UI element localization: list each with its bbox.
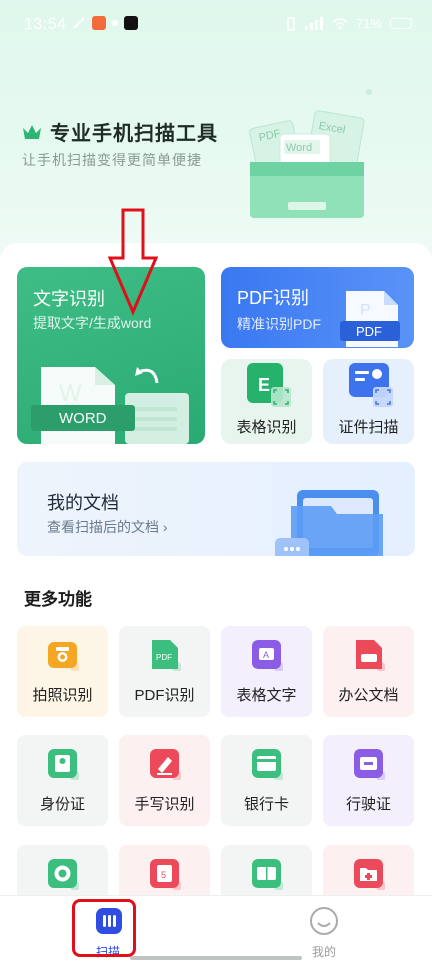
more-function-label: 行驶证 xyxy=(345,796,391,813)
cell-signal-icon xyxy=(304,16,323,30)
vibrate-icon xyxy=(287,16,295,31)
split-icon xyxy=(252,859,283,890)
more-function-tile[interactable]: A 表格文字 xyxy=(221,626,312,717)
pdf-badge: PDF xyxy=(356,324,382,339)
camera-icon xyxy=(48,642,79,671)
handwriting-icon xyxy=(150,749,181,780)
status-notification-icons xyxy=(72,16,138,30)
my-documents-card[interactable]: 我的文档 查看扫描后的文档 › xyxy=(17,462,415,556)
my-documents-link[interactable]: 查看扫描后的文档 › xyxy=(47,517,168,537)
word-letter: W xyxy=(59,380,82,407)
more-function-label: 拍照识别 xyxy=(32,687,93,704)
pdf-recognition-title: PDF识别 xyxy=(237,288,309,308)
target-icon xyxy=(48,859,79,890)
id-card-scan-icon xyxy=(349,363,393,407)
more-function-label: 银行卡 xyxy=(243,796,289,813)
bank-card-icon xyxy=(252,749,283,780)
pdf-document-illustration: P PDF xyxy=(340,291,400,347)
svg-text:5: 5 xyxy=(161,870,166,880)
more-function-tile[interactable]: 手写识别 xyxy=(119,735,210,826)
table-recognition-card[interactable]: E 表格识别 xyxy=(221,359,312,444)
more-function-label: 手写识别 xyxy=(134,796,195,813)
app-notification-icon xyxy=(92,16,106,30)
text-recognition-subtitle: 提取文字/生成word xyxy=(33,315,152,331)
folder-illustration xyxy=(275,490,383,556)
driving-license-icon xyxy=(354,749,385,780)
text-recognition-title: 文字识别 xyxy=(33,289,105,309)
pdf-recognition-card[interactable]: PDF识别 精准识别PDF P PDF xyxy=(221,267,414,348)
hero-title: 专业手机扫描工具 xyxy=(22,117,218,146)
number-card-icon: 5 xyxy=(150,859,181,890)
more-function-tile[interactable]: 身份证 xyxy=(17,735,108,826)
word-badge: WORD xyxy=(59,410,107,427)
table-recognition-label: 表格识别 xyxy=(236,419,297,436)
more-function-label: 表格文字 xyxy=(236,687,297,704)
hero-subtitle: 让手机扫描变得更简单便捷 xyxy=(22,152,202,168)
crown-icon xyxy=(23,124,41,139)
scanner-illustration: PDF Excel Word xyxy=(249,89,372,218)
table-text-icon: A xyxy=(252,640,283,671)
dot-icon xyxy=(112,20,118,26)
svg-text:P: P xyxy=(360,302,371,319)
hero-title-text: 专业手机扫描工具 xyxy=(50,123,218,145)
red-down-arrow-annotation xyxy=(108,208,158,316)
svg-text:A: A xyxy=(263,650,269,660)
pdf-recognition-subtitle: 精准识别PDF xyxy=(237,316,321,332)
id-scan-card[interactable]: 证件扫描 xyxy=(323,359,414,444)
excel-letter: E xyxy=(258,375,270,395)
more-function-label: PDF识别 xyxy=(134,687,195,704)
more-function-tile[interactable]: 办公文档 xyxy=(323,626,414,717)
id-card-icon xyxy=(48,749,79,780)
pdf-file-icon: PDF xyxy=(152,640,181,671)
excel-scan-icon: E xyxy=(247,363,291,407)
signal-small-icon xyxy=(73,17,85,29)
red-highlight-box-annotation xyxy=(72,899,136,957)
more-function-label: 身份证 xyxy=(39,796,85,813)
more-function-tile[interactable]: PDF PDF识别 xyxy=(119,626,210,717)
svg-text:PDF: PDF xyxy=(156,653,172,662)
more-functions-title: 更多功能 xyxy=(24,590,92,609)
my-documents-title: 我的文档 xyxy=(47,493,119,513)
more-function-tile[interactable]: 拍照识别 xyxy=(17,626,108,717)
word-document-illustration: W WORD xyxy=(31,367,189,444)
folder-plus-icon xyxy=(354,859,385,890)
status-bar: 13:54 71% xyxy=(0,0,432,50)
more-function-tile[interactable]: 银行卡 xyxy=(221,735,312,826)
profile-face-icon xyxy=(310,907,338,935)
status-right: 71% xyxy=(286,16,412,31)
battery-icon xyxy=(390,18,412,29)
id-scan-label: 证件扫描 xyxy=(338,419,399,436)
wifi-icon xyxy=(332,17,348,29)
gesture-bar[interactable] xyxy=(130,956,302,960)
tiktok-icon xyxy=(124,16,138,30)
battery-percent: 71% xyxy=(355,16,382,31)
more-function-tile[interactable]: 行驶证 xyxy=(323,735,414,826)
nav-mine-tab[interactable]: 我的 xyxy=(284,896,364,964)
more-function-label: 办公文档 xyxy=(338,687,399,704)
office-doc-icon xyxy=(356,640,385,671)
bottom-navigation: 扫描 我的 xyxy=(0,895,432,964)
illus-word-label: Word xyxy=(286,142,312,154)
status-time: 13:54 xyxy=(24,16,67,33)
